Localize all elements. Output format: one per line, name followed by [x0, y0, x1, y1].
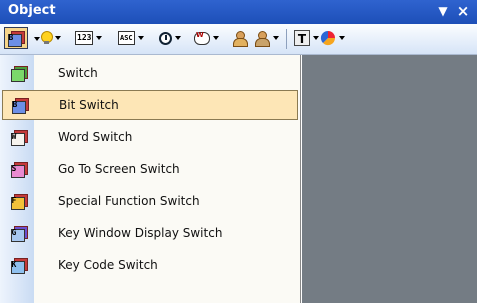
toolbar-separator: [286, 29, 287, 49]
numeric-display-tool-button[interactable]: 123: [75, 27, 105, 49]
graph-icon: [320, 30, 336, 46]
menu-item-label: Switch: [58, 66, 98, 80]
alarm-history-tool-button[interactable]: [232, 27, 248, 49]
menu-item-bit-switch[interactable]: B Bit Switch: [2, 90, 298, 120]
menu-item-word-switch[interactable]: W Word Switch: [2, 122, 298, 152]
text-tool-button[interactable]: T: [294, 27, 322, 49]
special-function-switch-icon: F: [10, 193, 28, 210]
alarm-dropdown-arrow[interactable]: [273, 36, 279, 40]
clock-icon: [159, 31, 172, 45]
menu-item-label: Key Window Display Switch: [58, 226, 223, 240]
comment-dropdown-arrow[interactable]: [213, 36, 219, 40]
comment-bubble-icon: W: [194, 31, 210, 45]
word-switch-icon: W: [10, 129, 28, 146]
comment-tool-button[interactable]: W: [194, 27, 222, 49]
ascii-dropdown-arrow[interactable]: [137, 36, 144, 40]
menu-item-label: Special Function Switch: [58, 194, 200, 208]
menu-item-label: Bit Switch: [59, 98, 119, 112]
ascii-display-icon: ASC: [118, 31, 135, 45]
text-tool-dropdown-arrow[interactable]: [313, 36, 319, 40]
graph-tool-button[interactable]: [320, 27, 348, 49]
object-window: Object ▼ × B 123 ASC W T Switch B Bit Sw…: [0, 0, 477, 303]
switch-dropdown-menu: Switch B Bit Switch W Word Switch S Go T…: [0, 55, 301, 303]
bit-switch-icon: B: [7, 30, 25, 47]
alarm-list-icon: [254, 30, 270, 47]
close-button[interactable]: ×: [456, 3, 470, 19]
title-bar: Object ▼ ×: [0, 0, 477, 24]
workspace-panel: [302, 55, 477, 303]
goto-screen-switch-icon: S: [10, 161, 28, 178]
bit-switch-icon: B: [11, 97, 29, 114]
graph-dropdown-arrow[interactable]: [339, 36, 345, 40]
lamp-bulb-icon: [40, 31, 53, 45]
numeric-display-icon: 123: [75, 31, 94, 45]
menu-item-goto-screen-switch[interactable]: S Go To Screen Switch: [2, 154, 298, 184]
clock-dropdown-arrow[interactable]: [175, 36, 181, 40]
key-window-display-switch-icon: G: [10, 225, 28, 242]
text-tool-icon: T: [294, 30, 310, 46]
key-code-switch-icon: K: [10, 257, 28, 274]
alarm-history-icon: [232, 30, 248, 47]
menu-item-label: Key Code Switch: [58, 258, 158, 272]
switch-icon: [10, 65, 28, 82]
alarm-list-tool-button[interactable]: [254, 27, 282, 49]
toolbar: B 123 ASC W T: [0, 24, 477, 55]
ascii-display-tool-button[interactable]: ASC: [118, 27, 147, 49]
window-title: Object: [8, 3, 56, 18]
menu-item-label: Word Switch: [58, 130, 133, 144]
menu-item-switch[interactable]: Switch: [2, 58, 298, 88]
menu-item-key-code-switch[interactable]: K Key Code Switch: [2, 250, 298, 280]
switch-tool-button[interactable]: B: [4, 27, 28, 49]
menu-item-special-function-switch[interactable]: F Special Function Switch: [2, 186, 298, 216]
dropdown-arrow-button[interactable]: ▼: [436, 3, 450, 19]
menu-item-key-window-display-switch[interactable]: G Key Window Display Switch: [2, 218, 298, 248]
clock-tool-button[interactable]: [159, 27, 184, 49]
menu-item-label: Go To Screen Switch: [58, 162, 180, 176]
lamp-dropdown-arrow[interactable]: [55, 36, 61, 40]
lamp-tool-button[interactable]: [40, 27, 64, 49]
numeric-dropdown-arrow[interactable]: [96, 36, 103, 40]
